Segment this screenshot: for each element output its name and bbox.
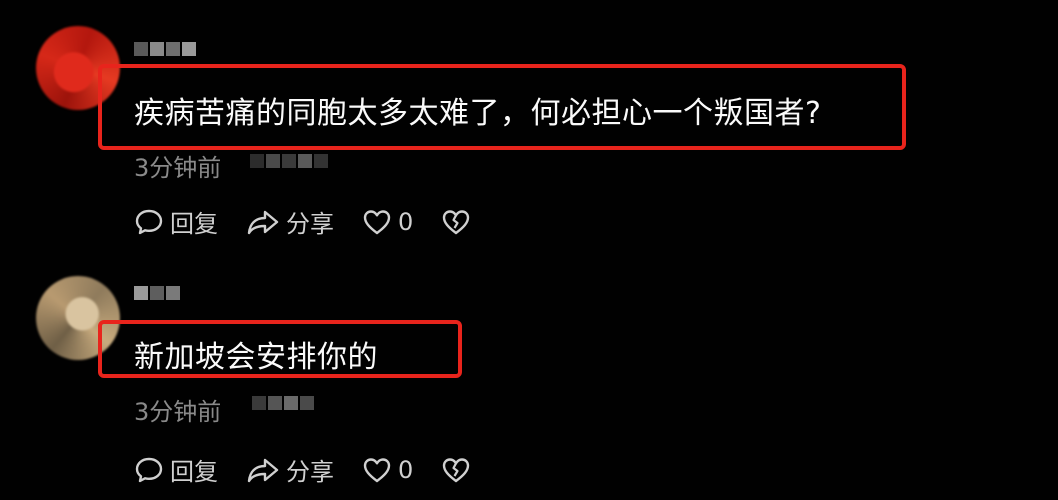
broken-heart-icon [443,457,470,482]
comment-text: 疾病苦痛的同胞太多太难了，何必担心一个叛国者? [134,96,822,131]
comment-list: 疾病苦痛的同胞太多太难了，何必担心一个叛国者? 3分钟前 回复 分享 0 新加坡… [0,0,1058,500]
comment-time: 3分钟前 [134,154,222,182]
reply-label: 回复 [170,210,218,238]
share-arrow-icon [247,210,279,234]
comment-time: 3分钟前 [134,398,222,426]
like-button[interactable]: 0 [362,207,413,237]
comment-bubble-icon [135,457,163,482]
comment-text: 新加坡会安排你的 [134,340,378,375]
share-label: 分享 [286,210,334,238]
comment-item: 新加坡会安排你的 3分钟前 回复 分享 0 [0,250,1058,500]
like-count: 0 [398,207,414,236]
location-mosaic [252,396,314,410]
like-count: 0 [398,455,414,484]
dislike-button[interactable] [441,207,477,237]
heart-icon [363,209,391,234]
reply-label: 回复 [170,458,218,486]
comment-actions: 回复 分享 0 [134,204,505,239]
comment-item: 疾病苦痛的同胞太多太难了，何必担心一个叛国者? 3分钟前 回复 分享 0 [0,0,1058,250]
location-mosaic [250,154,328,168]
comment-actions: 回复 分享 0 [134,452,505,487]
dislike-button[interactable] [441,455,477,485]
share-label: 分享 [286,458,334,486]
username-mosaic[interactable] [134,42,196,56]
share-arrow-icon [247,458,279,482]
share-button[interactable]: 分享 [246,204,334,239]
username-mosaic[interactable] [134,286,180,300]
like-button[interactable]: 0 [362,455,413,485]
reply-button[interactable]: 回复 [134,204,218,239]
comment-bubble-icon [135,209,163,234]
share-button[interactable]: 分享 [246,452,334,487]
broken-heart-icon [443,209,470,234]
heart-icon [363,457,391,482]
reply-button[interactable]: 回复 [134,452,218,487]
